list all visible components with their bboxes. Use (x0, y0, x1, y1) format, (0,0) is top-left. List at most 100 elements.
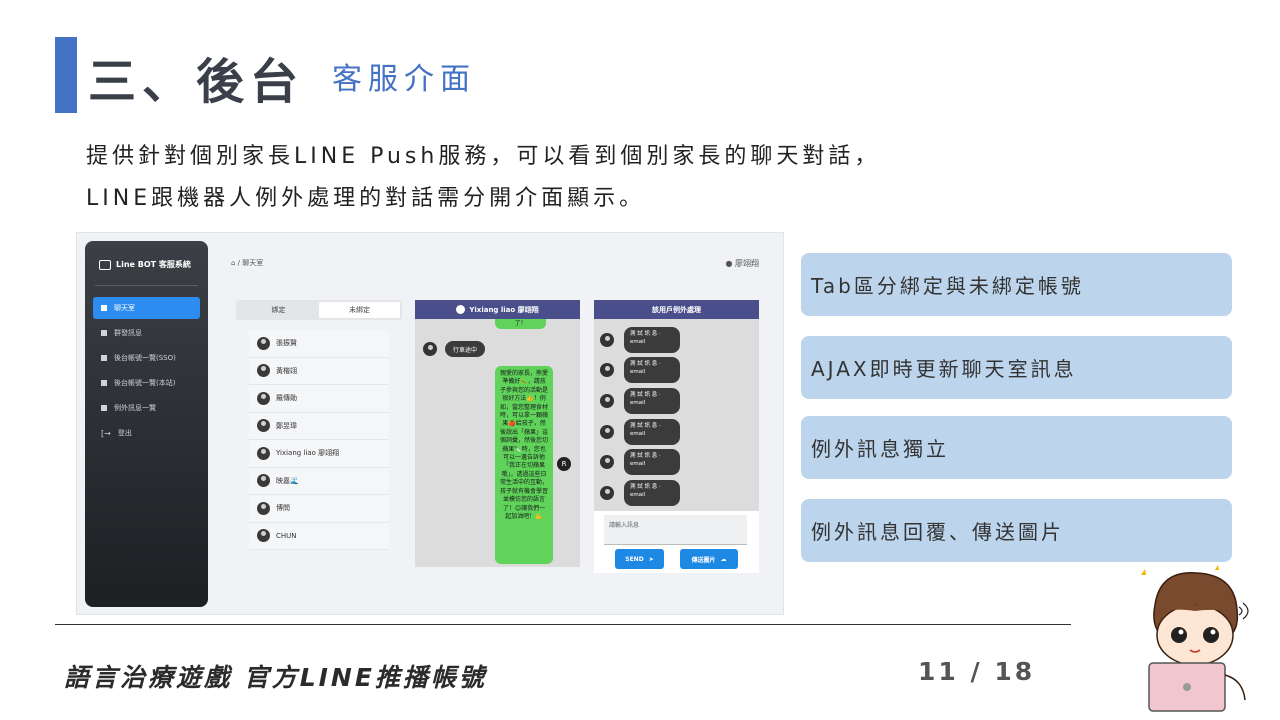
list-item[interactable]: 鄭昱瑋 (249, 412, 389, 440)
avatar (600, 486, 614, 500)
send-image-button[interactable]: 傳送圖片 ☁ (680, 549, 738, 569)
message-input[interactable]: 請輸入訊息 (604, 515, 747, 545)
current-user[interactable]: ● 廖翊翔 (725, 258, 759, 269)
sidebar-item-exceptions[interactable]: 例外訊息一覽 (93, 397, 200, 419)
send-label: SEND (625, 555, 644, 563)
exception-item[interactable]: 測 試 訊 息 ‧ email (600, 480, 680, 506)
message-fragment: 了！ (495, 319, 546, 329)
mascot-illustration (1141, 565, 1249, 712)
list-item[interactable]: CHUN (249, 522, 389, 550)
exception-item[interactable]: 測 試 訊 息 ‧ email (600, 419, 680, 445)
exception-message: 測 試 訊 息 ‧ email (624, 357, 680, 383)
reply-area: 請輸入訊息 SEND ➤ 傳送圖片 ☁ (594, 511, 759, 573)
contact-name: 黃楷翊 (276, 366, 297, 375)
tab-bound[interactable]: 綁定 (238, 302, 319, 318)
sidebar-item-label: 後台帳號一覽(SSO) (114, 354, 176, 362)
contact-name: 張振賢 (276, 339, 297, 348)
send-image-label: 傳送圖片 (691, 556, 716, 564)
exception-item[interactable]: 測 試 訊 息 ‧ email (600, 327, 680, 353)
contact-name: 映嘉🌊 (276, 476, 299, 485)
list-item[interactable]: 博問 (249, 495, 389, 523)
exception-message: 測 試 訊 息 ‧ email (624, 449, 680, 475)
chat-header-name: Yixiang liao 廖翊翔 (469, 305, 539, 314)
list-item[interactable]: 黃楷翊 (249, 357, 389, 385)
grid-icon (101, 405, 107, 411)
user-icon: ● (725, 259, 733, 268)
list-item[interactable]: 張振賢 (249, 330, 389, 358)
sidebar-item-broadcast[interactable]: 群發訊息 (93, 322, 200, 344)
avatar (600, 363, 614, 377)
sidebar-item-logout[interactable]: [→ 登出 (93, 422, 200, 444)
avatar (257, 364, 270, 378)
current-user-name: 廖翊翔 (735, 259, 759, 268)
slide-title: 三、後台 (88, 54, 305, 110)
brand: Line BOT 客服系統 (99, 259, 191, 270)
description-line-2: LINE跟機器人例外處理的對話需分開介面顯示。 (86, 186, 646, 211)
copy-icon (101, 355, 107, 361)
sidebar-item-label: 聊天室 (114, 304, 135, 312)
user-avatar-icon (456, 305, 466, 314)
sidebar: Line BOT 客服系統 聊天室 群發訊息 後台帳號一覽(SSO) 後台帳號一… (85, 241, 208, 607)
sidebar-item-label: 群發訊息 (114, 329, 142, 337)
grid-icon (101, 305, 107, 311)
avatar (600, 333, 614, 347)
exception-item[interactable]: 測 試 訊 息 ‧ email (600, 357, 680, 383)
page-number: 11 / 18 (918, 657, 1036, 686)
grid-icon (101, 330, 107, 336)
avatar (257, 529, 270, 543)
chat-panel: Yixiang liao 廖翊翔 了！ 行車途中 親愛的家長，熊愛準備好🐛，請孩… (415, 300, 580, 567)
send-icon: ➤ (648, 555, 654, 563)
contact-name: 羅傳勛 (276, 394, 297, 403)
sidebar-item-chatroom[interactable]: 聊天室 (93, 297, 200, 319)
sidebar-item-label: 後台帳號一覽(本站) (114, 379, 176, 387)
admin-screenshot: Line BOT 客服系統 聊天室 群發訊息 後台帳號一覽(SSO) 後台帳號一… (76, 232, 784, 615)
feature-exceptions: 例外訊息獨立 (801, 416, 1232, 479)
exception-message: 測 試 訊 息 ‧ email (624, 419, 680, 445)
breadcrumb[interactable]: ⌂ / 聊天室 (231, 258, 263, 268)
exception-message: 測 試 訊 息 ‧ email (624, 327, 680, 353)
slide-subtitle: 客服介面 (332, 62, 476, 97)
long-message: 親愛的家長，熊愛準備好🐛，請孩子參與您的活動是很好方法👍！例如，當您整理食材時，… (495, 366, 553, 564)
feature-ajax: AJAX即時更新聊天室訊息 (801, 336, 1232, 399)
exception-message: 測 試 訊 息 ‧ email (624, 480, 680, 506)
contact-name: 博問 (276, 504, 290, 513)
list-item[interactable]: 羅傳勛 (249, 385, 389, 413)
feature-tabs: Tab區分綁定與未綁定帳號 (801, 253, 1232, 316)
sidebar-item-label: 例外訊息一覽 (114, 404, 156, 412)
status-message: 行車途中 (445, 341, 486, 357)
description-line-1: 提供針對個別家長LINE Push服務，可以看到個別家長的聊天對話， (86, 144, 881, 169)
footer-divider (55, 624, 1071, 625)
contact-name: CHUN (276, 531, 297, 540)
exception-header: 該用戶例外處理 (594, 300, 759, 319)
bot-icon (99, 259, 111, 270)
title-accent-bar (55, 37, 77, 113)
logout-icon: [→ (101, 428, 111, 438)
avatar (600, 394, 614, 408)
avatar (600, 425, 614, 439)
avatar (257, 446, 270, 460)
tab-unbound[interactable]: 未綁定 (319, 302, 400, 318)
brand-label: Line BOT 客服系統 (116, 260, 191, 269)
contact-panel: 綁定 未綁定 張振賢 黃楷翊 羅傳勛 鄭昱瑋 Yixiang liao 廖翊翔 … (236, 300, 402, 563)
contact-name: 鄭昱瑋 (276, 421, 297, 430)
copy-icon (101, 380, 107, 386)
avatar (257, 474, 270, 488)
list-item[interactable]: Yixiang liao 廖翊翔 (249, 440, 389, 468)
send-button[interactable]: SEND ➤ (615, 549, 664, 569)
sidebar-item-accounts-sso[interactable]: 後台帳號一覽(SSO) (93, 347, 200, 369)
footer-title: 語言治療遊戲 官方LINE推播帳號 (64, 663, 487, 692)
avatar (600, 455, 614, 469)
sidebar-item-accounts-local[interactable]: 後台帳號一覽(本站) (93, 372, 200, 394)
exception-item[interactable]: 測 試 訊 息 ‧ email (600, 449, 680, 475)
cloud-upload-icon: ☁ (720, 555, 727, 563)
list-item[interactable]: 映嘉🌊 (249, 467, 389, 495)
contact-list: 張振賢 黃楷翊 羅傳勛 鄭昱瑋 Yixiang liao 廖翊翔 映嘉🌊 博問 … (249, 330, 389, 561)
exception-message: 測 試 訊 息 ‧ email (624, 388, 680, 414)
exception-panel: 該用戶例外處理 測 試 訊 息 ‧ email 測 試 訊 息 ‧ email … (594, 300, 759, 573)
feature-reply: 例外訊息回覆、傳送圖片 (801, 499, 1232, 562)
exception-item[interactable]: 測 試 訊 息 ‧ email (600, 388, 680, 414)
sidebar-nav: 聊天室 群發訊息 後台帳號一覽(SSO) 後台帳號一覽(本站) 例外訊息一覽 [… (93, 297, 200, 447)
avatar (257, 336, 270, 350)
sidebar-item-label: 登出 (117, 429, 132, 437)
chat-header: Yixiang liao 廖翊翔 (415, 300, 580, 319)
